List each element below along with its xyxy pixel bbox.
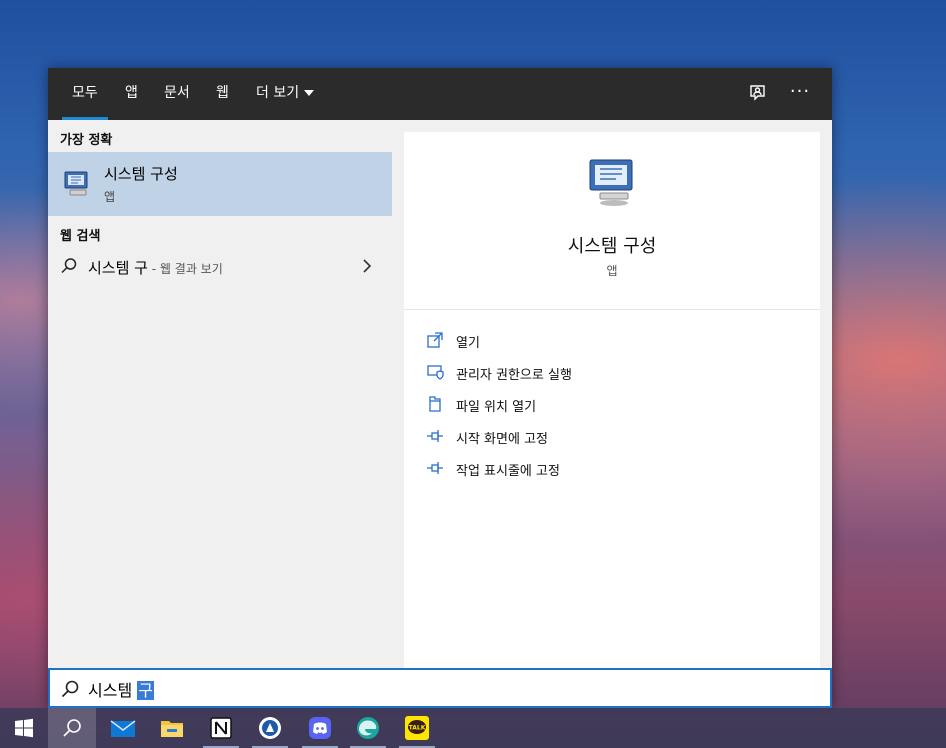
search-icon (60, 679, 80, 699)
action-pin-to-start[interactable]: 시작 화면에 고정 (426, 425, 806, 449)
best-match-item[interactable]: 시스템 구성 앱 (48, 152, 392, 216)
action-open-label: 열기 (456, 336, 480, 351)
system-config-icon (62, 168, 92, 198)
file-location-icon (426, 395, 444, 413)
action-pin-to-taskbar-label: 작업 표시줄에 고정 (456, 464, 560, 479)
pin-icon (426, 427, 444, 445)
action-open-file-location-label: 파일 위치 열기 (456, 400, 537, 415)
best-match-kind: 앱 (104, 190, 116, 204)
windows-start-icon (15, 718, 33, 738)
action-run-as-admin[interactable]: 관리자 권한으로 실행 (426, 361, 806, 385)
search-icon (60, 257, 78, 275)
kakaotalk-icon: TALK (405, 716, 429, 740)
taskbar-edge[interactable] (344, 708, 392, 748)
more-options-icon[interactable]: ··· (788, 82, 812, 106)
detail-kind: 앱 (606, 264, 618, 278)
search-panel: 모두 앱 문서 웹 더 보기 ··· 가장 정확 시스템 구성 앱 웹 검색 시… (48, 68, 832, 708)
web-search-query: 시스템 구 (88, 259, 148, 277)
web-search-heading: 웹 검색 (60, 229, 101, 244)
pin-icon (426, 459, 444, 477)
tab-more[interactable]: 더 보기 (248, 68, 322, 120)
caret-down-icon (304, 90, 315, 96)
taskbar-app-blue[interactable] (246, 708, 294, 748)
discord-icon (309, 717, 331, 739)
app-blue-icon (259, 717, 281, 739)
action-open-file-location[interactable]: 파일 위치 열기 (426, 393, 806, 417)
taskbar-discord[interactable] (296, 708, 344, 748)
open-icon (426, 331, 444, 349)
action-open[interactable]: 열기 (426, 329, 806, 353)
best-match-heading: 가장 정확 (60, 133, 113, 148)
taskbar-file-explorer[interactable] (148, 708, 196, 748)
best-match-name: 시스템 구성 (104, 165, 178, 183)
action-pin-to-taskbar[interactable]: 작업 표시줄에 고정 (426, 457, 806, 481)
tab-web[interactable]: 웹 (208, 68, 237, 120)
taskbar: TALK (0, 708, 946, 748)
detail-name: 시스템 구성 (567, 236, 657, 257)
mail-icon (110, 720, 136, 737)
system-config-large-icon (586, 156, 640, 210)
notion-icon (210, 717, 232, 739)
run-as-admin-icon (426, 363, 444, 381)
search-query-text[interactable]: 시스템 구 (88, 677, 154, 701)
tab-all[interactable]: 모두 (62, 68, 108, 120)
taskbar-notion[interactable] (197, 708, 245, 748)
detail-header: 시스템 구성 앱 (404, 132, 820, 310)
action-pin-to-start-label: 시작 화면에 고정 (456, 432, 548, 447)
action-run-as-admin-label: 관리자 권한으로 실행 (456, 368, 572, 383)
taskbar-kakaotalk[interactable]: TALK (393, 708, 441, 748)
results-list: 가장 정확 시스템 구성 앱 웹 검색 시스템 구 - 웹 결과 보기 (48, 120, 392, 668)
tab-more-label: 더 보기 (256, 85, 300, 101)
search-selected-text: 구 (137, 681, 154, 700)
search-input[interactable]: 시스템 구 (48, 668, 832, 708)
tab-documents[interactable]: 문서 (156, 68, 198, 120)
search-filter-bar: 모두 앱 문서 웹 더 보기 ··· (48, 68, 832, 120)
detail-pane: 시스템 구성 앱 열기 관리자 권한으로 실행 파일 위치 열기 시작 화면에 … (404, 132, 820, 668)
feedback-icon[interactable] (746, 82, 770, 106)
chevron-right-icon[interactable] (360, 258, 374, 274)
tab-apps[interactable]: 앱 (117, 68, 146, 120)
file-explorer-icon (161, 721, 183, 737)
taskbar-search-button[interactable] (48, 708, 96, 748)
search-icon (63, 719, 81, 737)
svg-text:TALK: TALK (409, 725, 426, 732)
edge-icon (357, 717, 379, 739)
start-button[interactable] (0, 708, 48, 748)
web-search-item[interactable]: 시스템 구 - 웹 결과 보기 (48, 252, 392, 282)
taskbar-mail[interactable] (98, 708, 146, 748)
web-search-suffix: - 웹 결과 보기 (147, 262, 223, 276)
search-typed-text: 시스템 (88, 681, 138, 700)
